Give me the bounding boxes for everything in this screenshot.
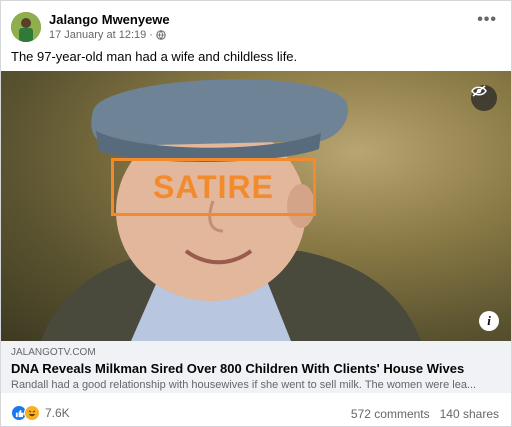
post-image[interactable]: SATIRE i [1,71,511,341]
shares-count[interactable]: 140 shares [440,407,499,421]
avatar[interactable] [11,12,41,42]
link-description: Randall had a good relationship with hou… [11,379,477,391]
link-domain: JALANGOTV.COM [11,347,96,358]
link-preview[interactable]: JALANGOTV.COM DNA Reveals Milkman Sired … [1,341,511,393]
author-name[interactable]: Jalango Mwenyewe [49,12,170,27]
comments-count[interactable]: 572 comments [351,407,430,421]
haha-reaction-icon [24,405,40,421]
reactions-summary[interactable]: 7.6K [11,405,70,421]
reaction-count[interactable]: 7.6K [45,406,70,420]
post-date[interactable]: 17 January at 12:19 [49,29,146,41]
satire-text: SATIRE [153,168,274,205]
satire-stamp: SATIRE [111,158,316,216]
post-stats: 572 comments 140 shares [351,407,499,421]
post-caption: The 97-year-old man had a wife and child… [11,49,298,64]
globe-icon [156,30,166,40]
post-card: Jalango Mwenyewe 17 January at 12:19 · •… [0,0,512,427]
meta-separator: · [149,29,153,41]
more-options-icon[interactable]: ••• [477,11,497,29]
link-headline[interactable]: DNA Reveals Milkman Sired Over 800 Child… [11,361,464,376]
hide-eye-icon[interactable] [471,85,497,111]
info-icon[interactable]: i [479,311,499,331]
post-meta: 17 January at 12:19 · [49,29,166,41]
